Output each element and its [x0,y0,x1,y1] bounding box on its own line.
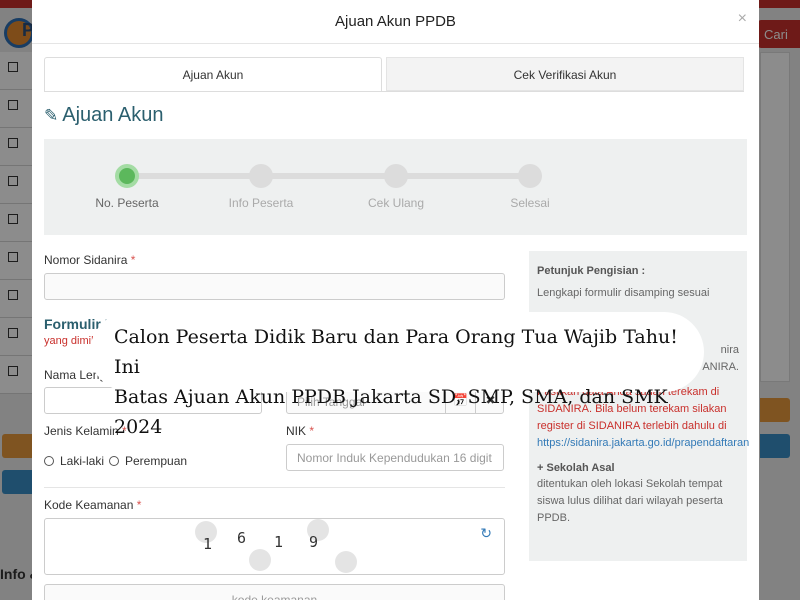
kode-keamanan-input[interactable]: kode keamanan [44,584,505,600]
nomor-sidanira-label: Nomor Sidanira * [44,253,135,267]
step-label-no-peserta: No. Peserta [95,196,159,210]
step-label-selesai: Selesai [510,196,550,210]
laki-laki-label[interactable]: Laki-laki [60,454,104,468]
tab-bar: Ajuan Akun Cek Verifikasi Akun [44,57,744,91]
tab-ajuan-akun[interactable]: Ajuan Akun [44,57,382,91]
captcha-noise [335,551,357,573]
step-dot-no-peserta [115,164,139,188]
tab-divider [44,91,744,92]
petunjuk-text: Lengkapi formulir disamping sesuai [537,287,710,299]
nomor-sidanira-label-text: Nomor Sidanira [44,253,128,267]
captcha-char: 1 [274,533,284,551]
formulir-subtitle: yang dimili [44,335,96,347]
section-title: ✎ Ajuan Akun [44,104,163,127]
form-divider [44,487,505,488]
modal-title: Ajuan Akun PPDB [335,13,456,30]
captcha-char: 1 [203,535,213,553]
step-label-cek-ulang: Cek Ulang [367,196,425,210]
tab-cek-verifikasi-akun[interactable]: Cek Verifikasi Akun [386,57,744,91]
petunjuk-title: Petunjuk Pengisian : [537,265,646,277]
pencil-icon: ✎ [44,106,59,125]
nik-input[interactable]: Nomor Induk Kependudukan 16 digit [286,444,504,471]
progress-stepper: No. Peserta Info Peserta Cek Ulang Seles… [44,139,747,235]
section-title-text: Ajuan Akun [62,104,164,126]
close-icon[interactable]: × [738,10,747,28]
jenis-kelamin-label-text: Jenis Kelamin [44,424,119,438]
nomor-sidanira-input[interactable] [44,273,505,300]
step-dot-selesai [518,164,542,188]
perempuan-label[interactable]: Perempuan [125,454,187,468]
sekolah-asal-text: ditentukan oleh lokasi Sekolah tempat si… [537,478,723,524]
kode-keamanan-label: Kode Keamanan * [44,498,141,512]
kode-keamanan-label-text: Kode Keamanan [44,498,134,512]
stepper-track [127,173,542,179]
headline-line: Calon Peserta Didik Baru dan Para Orang … [114,326,678,378]
captcha-noise [249,549,271,571]
captcha-char: 9 [309,533,319,551]
refresh-icon[interactable]: ↻ [480,525,492,542]
headline-line: Batas Ajuan Akun PPDB Jakarta SD, SMP, S… [114,386,668,438]
required-mark: * [130,253,136,267]
radio-laki-laki[interactable] [44,456,54,466]
captcha-char: 6 [237,529,247,547]
step-label-info-peserta: Info Peserta [228,196,294,210]
step-dot-cek-ulang [384,164,408,188]
sekolah-asal-heading: + Sekolah Asal [537,462,615,474]
modal-header: Ajuan Akun PPDB × [32,0,759,44]
ajuan-akun-modal: Ajuan Akun PPDB × Ajuan Akun Cek Verifik… [32,0,759,600]
captcha-box: 1 6 1 9 ↻ [44,518,505,575]
radio-perempuan[interactable] [109,456,119,466]
step-dot-info-peserta [249,164,273,188]
required-mark: * [136,498,142,512]
article-headline: Calon Peserta Didik Baru dan Para Orang … [90,312,704,438]
